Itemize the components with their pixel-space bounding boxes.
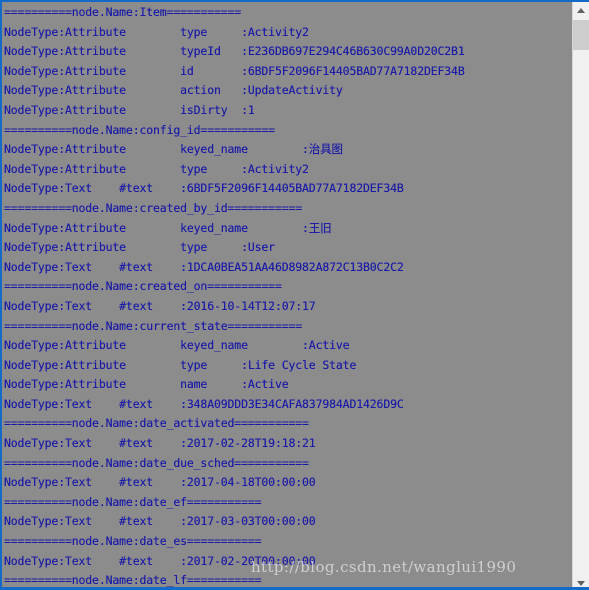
scroll-down-arrow-icon xyxy=(577,581,585,586)
console-line: NodeType:Attribute type :Activity2 xyxy=(4,24,309,39)
scroll-down-button[interactable] xyxy=(573,575,589,587)
console-line: ==========node.Name:Item=========== xyxy=(4,5,242,19)
console-line: ==========node.Name:date_due_sched======… xyxy=(4,455,309,470)
console-line: NodeType:Attribute isDirty :1 xyxy=(4,102,255,117)
console-line: NodeType:Text #text :2017-02-28T19:18:21 xyxy=(4,436,316,451)
console-line: ==========node.Name:date_lf=========== xyxy=(4,573,262,587)
vertical-scrollbar[interactable] xyxy=(572,2,589,587)
console-line: NodeType:Attribute keyed_name :治具图 xyxy=(4,142,343,157)
console-line: ==========node.Name:date_ef=========== xyxy=(4,494,262,509)
console-line: NodeType:Text #text :2017-02-20T00:00:00 xyxy=(4,553,316,568)
console-line: NodeType:Attribute keyed_name :王旧 xyxy=(4,220,332,235)
vertical-scrollbar-thumb[interactable] xyxy=(573,20,589,50)
console-line: NodeType:Attribute type :User xyxy=(4,240,275,255)
console-line: NodeType:Attribute type :Life Cycle Stat… xyxy=(4,357,357,372)
console-line: NodeType:Text #text :348A09DDD3E34CAFA83… xyxy=(4,396,404,411)
console-line: NodeType:Attribute typeId :E236DB697E294… xyxy=(4,44,465,59)
console-output-pane[interactable]: ==========node.Name:Item=========== NodeT… xyxy=(2,2,572,587)
console-line: ==========node.Name:created_on==========… xyxy=(4,279,282,294)
console-line: ==========node.Name:current_state=======… xyxy=(4,318,303,333)
console-line: NodeType:Text #text :2017-04-18T00:00:00 xyxy=(4,475,316,490)
console-line: ==========node.Name:date_es=========== xyxy=(4,534,262,549)
console-line: NodeType:Text #text :2016-10-14T12:07:17 xyxy=(4,298,316,313)
console-line: ==========node.Name:config_id=========== xyxy=(4,122,275,137)
scroll-up-arrow-icon xyxy=(577,8,585,13)
console-line: NodeType:Text #text :6BDF5F2096F14405BAD… xyxy=(4,181,404,196)
console-line: NodeType:Attribute action :UpdateActivit… xyxy=(4,83,343,98)
console-line: NodeType:Attribute type :Activity2 xyxy=(4,161,309,176)
console-line: NodeType:Attribute id :6BDF5F2096F14405B… xyxy=(4,63,465,78)
console-line: NodeType:Text #text :1DCA0BEA51AA46D8982… xyxy=(4,259,404,274)
console-line: ==========node.Name:created_by_id=======… xyxy=(4,200,303,215)
console-line: NodeType:Attribute name :Active xyxy=(4,377,289,392)
console-line: NodeType:Text #text :2017-03-03T00:00:00 xyxy=(4,514,316,529)
console-line: NodeType:Attribute keyed_name :Active xyxy=(4,338,350,353)
scroll-up-button[interactable] xyxy=(573,2,589,19)
console-line: ==========node.Name:date_activated======… xyxy=(4,416,309,431)
console-window: ==========node.Name:Item=========== NodeT… xyxy=(0,0,589,590)
